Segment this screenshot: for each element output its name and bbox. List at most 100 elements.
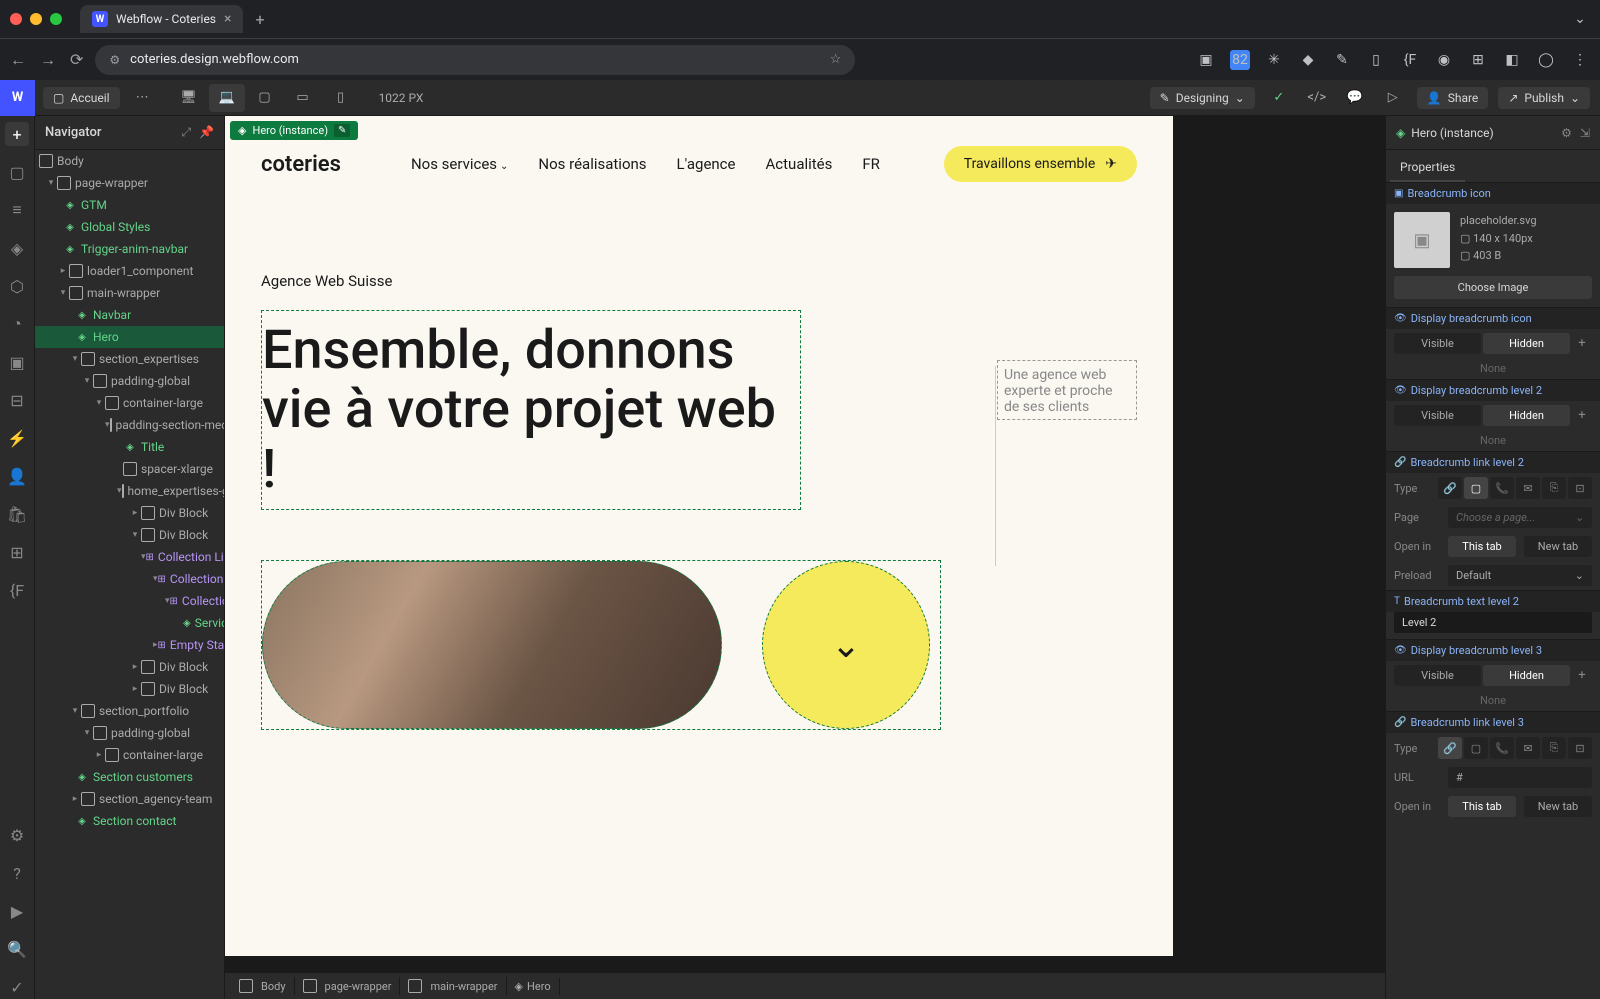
tree-item[interactable]: ▾Div Block [35,524,224,546]
users-icon[interactable]: 👤 [5,464,29,488]
edit-icon[interactable]: ✎ [334,124,350,137]
tablet-device-button[interactable]: ▢ [247,84,283,112]
link-file-icon[interactable]: ⎘ [1542,737,1566,759]
hidden-toggle[interactable]: Hidden [1483,333,1570,354]
add-state-button[interactable]: + [1572,333,1592,354]
search-icon[interactable]: 🔍 [5,937,29,961]
minimize-window-icon[interactable] [30,13,42,25]
navigator-icon[interactable]: ≡ [5,198,29,222]
back-button[interactable]: ← [10,50,26,70]
section-display-bc-l2[interactable]: 👁Display breadcrumb level 2 [1386,379,1600,401]
hidden-toggle[interactable]: Hidden [1483,665,1570,686]
breadcrumb-item[interactable]: main-wrapper [400,977,506,995]
link-page-icon[interactable]: ▢ [1464,477,1488,499]
more-menu-icon[interactable]: ⋯ [136,90,151,105]
link-page-icon[interactable]: ▢ [1464,737,1488,759]
link-file-icon[interactable]: ⎘ [1542,477,1566,499]
code-icon[interactable]: </> [1303,84,1331,112]
visible-toggle[interactable]: Visible [1394,665,1481,686]
mobile-device-button[interactable]: ▯ [323,84,359,112]
maximize-window-icon[interactable] [50,13,62,25]
webflow-logo-icon[interactable]: W [0,80,35,116]
this-tab-toggle[interactable]: This tab [1448,796,1516,817]
tree-item-component[interactable]: ◈Section contact [35,810,224,832]
preview-icon[interactable]: ▷ [1379,84,1407,112]
link-phone-icon[interactable]: 📞 [1490,477,1514,499]
mode-switcher[interactable]: ✎ Designing ⌄ [1150,87,1255,109]
extensions-menu-icon[interactable]: ⊞ [1468,50,1488,70]
new-tab-button[interactable]: + [255,10,264,29]
tree-item-component[interactable]: ◈Global Styles [35,216,224,238]
extension-icon[interactable]: 82 [1230,50,1250,70]
link-section-icon[interactable]: ⊡ [1568,477,1592,499]
video-icon[interactable]: ▶ [5,899,29,923]
tree-item-component[interactable]: ◈Trigger-anim-navbar [35,238,224,260]
close-tab-icon[interactable]: × [224,11,231,27]
settings-icon[interactable]: ⚙ [1561,126,1572,140]
unlink-icon[interactable]: ⇲ [1580,126,1590,140]
tree-item[interactable]: ▸Div Block [35,656,224,678]
image-thumbnail[interactable]: ▣ [1394,212,1450,268]
extension-icon[interactable]: ◆ [1298,50,1318,70]
section-bc-link-l2[interactable]: 🔗Breadcrumb link level 2 [1386,451,1600,473]
tree-item-body[interactable]: Body [35,150,224,172]
tree-item-component[interactable]: ◈Section customers [35,766,224,788]
tree-item[interactable]: ▸section_agency-team [35,788,224,810]
tree-item-component[interactable]: ◈Service [35,612,224,634]
hero-media-row[interactable]: ⌄ [261,560,941,730]
choose-image-button[interactable]: Choose Image [1394,276,1592,299]
tree-item-component[interactable]: ◈GTM [35,194,224,216]
extension-icon[interactable]: {F [1400,50,1420,70]
tree-item[interactable]: ▾container-large [35,392,224,414]
address-bar[interactable]: ⚙ coteries.design.webflow.com ☆ [95,45,855,75]
page-select[interactable]: Choose a page...⌄ [1448,507,1592,528]
add-state-button[interactable]: + [1572,665,1592,686]
link-phone-icon[interactable]: 📞 [1490,737,1514,759]
url-input[interactable]: # [1448,767,1592,788]
forward-button[interactable]: → [40,50,56,70]
nav-link-lang[interactable]: FR [862,155,880,173]
extension-icon[interactable]: ✎ [1332,50,1352,70]
hidden-toggle[interactable]: Hidden [1483,405,1570,426]
extension-icon[interactable]: ◉ [1434,50,1454,70]
visible-toggle[interactable]: Visible [1394,333,1481,354]
site-settings-icon[interactable]: ⚙ [109,53,120,67]
nav-link-agence[interactable]: L'agence [677,155,736,173]
link-url-icon[interactable]: 🔗 [1438,477,1462,499]
tree-item-component[interactable]: ◈Navbar [35,304,224,326]
tree-item-collection[interactable]: ▾⊞Collection List [35,546,224,568]
tree-item[interactable]: ▸⊞Empty State [35,634,224,656]
apps-icon[interactable]: ⊞ [5,540,29,564]
link-email-icon[interactable]: ✉ [1516,477,1540,499]
tree-item[interactable]: ▾padding-global [35,722,224,744]
close-window-icon[interactable] [10,13,22,25]
browser-menu-icon[interactable]: ⋮ [1570,50,1590,70]
site-logo[interactable]: coteries [261,152,341,177]
pages-icon[interactable]: ▢ [5,160,29,184]
section-display-bc-icon[interactable]: 👁Display breadcrumb icon [1386,307,1600,329]
link-section-icon[interactable]: ⊡ [1568,737,1592,759]
extension-icon[interactable]: ▣ [1196,50,1216,70]
extension-icon[interactable]: ✳ [1264,50,1284,70]
preload-select[interactable]: Default⌄ [1448,565,1592,586]
new-tab-toggle[interactable]: New tab [1524,536,1592,557]
breadcrumb-item[interactable]: Body [231,977,295,995]
tree-item-hero[interactable]: ◈Hero [35,326,224,348]
checkmark-icon[interactable]: ✓ [1265,84,1293,112]
hero-title-box[interactable]: Ensemble, donnons vie à votre projet web… [261,310,801,510]
collapse-icon[interactable]: ⤢ [181,125,191,140]
tree-item[interactable]: ▸Div Block [35,502,224,524]
breadcrumb-item[interactable]: page-wrapper [295,977,401,995]
tree-item[interactable]: ▾section_expertises [35,348,224,370]
extension-icon[interactable]: ▯ [1366,50,1386,70]
link-url-icon[interactable]: 🔗 [1438,737,1462,759]
hero-subtitle[interactable]: Une agence web experte et proche de ses … [997,360,1137,420]
settings-icon[interactable]: ⚙ [5,823,29,847]
cms-icon[interactable]: ⊟ [5,388,29,412]
browser-tab[interactable]: W Webflow - Coteries × [80,5,243,33]
nav-link-services[interactable]: Nos services⌄ [411,155,508,173]
tree-item[interactable]: ▾home_expertises-g [35,480,224,502]
cta-button[interactable]: Travaillons ensemble ✈ [944,146,1137,182]
tree-item-collection[interactable]: ▾⊞Collection Li [35,568,224,590]
tab-properties[interactable]: Properties [1390,154,1465,182]
